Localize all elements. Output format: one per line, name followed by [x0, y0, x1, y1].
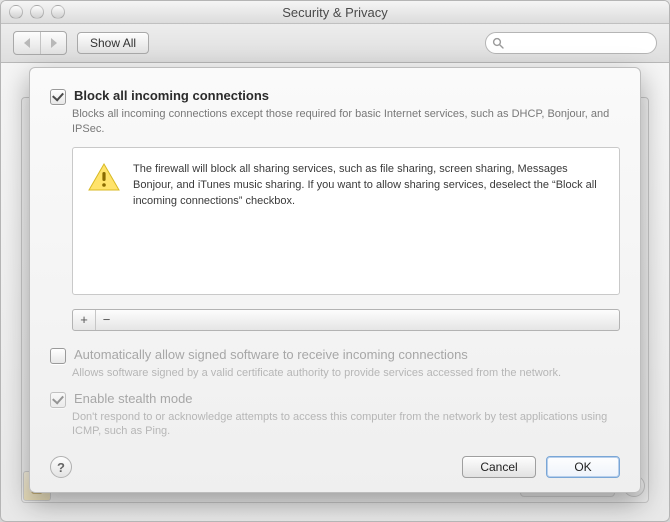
auto-allow-row: Automatically allow signed software to r…	[50, 347, 620, 364]
stealth-checkbox	[50, 392, 66, 408]
auto-allow-checkbox	[50, 348, 66, 364]
block-all-desc: Blocks all incoming connections except t…	[72, 107, 620, 137]
zoom-window-icon[interactable]	[51, 5, 65, 19]
ok-button[interactable]: OK	[546, 456, 620, 478]
auto-allow-label: Automatically allow signed software to r…	[74, 347, 468, 362]
triangle-left-icon	[23, 38, 32, 48]
remove-button[interactable]: −	[95, 310, 117, 330]
search-field[interactable]	[485, 32, 657, 54]
stealth-row: Enable stealth mode	[50, 391, 620, 408]
firewall-options-sheet: Block all incoming connections Blocks al…	[29, 67, 641, 493]
nav-segmented	[13, 31, 67, 55]
triangle-right-icon	[49, 38, 58, 48]
forward-button[interactable]	[40, 32, 66, 54]
prefs-window: Security & Privacy Show All Advanced… ?	[0, 0, 670, 522]
minimize-window-icon[interactable]	[30, 5, 44, 19]
titlebar: Security & Privacy	[1, 1, 669, 24]
stealth-desc: Don't respond to or acknowledge attempts…	[72, 410, 620, 440]
cancel-button[interactable]: Cancel	[462, 456, 536, 478]
search-input[interactable]	[508, 36, 654, 50]
back-button[interactable]	[14, 32, 40, 54]
help-button[interactable]: ?	[50, 456, 72, 478]
block-all-row: Block all incoming connections	[50, 88, 620, 105]
stealth-label: Enable stealth mode	[74, 391, 193, 406]
sheet-footer: ? Cancel OK	[50, 448, 620, 478]
warning-text: The firewall will block all sharing serv…	[133, 162, 603, 210]
warning-box: The firewall will block all sharing serv…	[72, 147, 620, 295]
search-icon	[492, 37, 504, 49]
close-window-icon[interactable]	[9, 5, 23, 19]
window-title: Security & Privacy	[1, 5, 669, 20]
warning-icon	[87, 162, 121, 192]
add-remove-control: + −	[72, 309, 620, 331]
block-all-checkbox[interactable]	[50, 89, 66, 105]
auto-allow-desc: Allows software signed by a valid certif…	[72, 366, 620, 381]
traffic-lights	[9, 5, 65, 19]
add-button[interactable]: +	[73, 310, 95, 330]
toolbar: Show All	[1, 24, 669, 63]
block-all-label: Block all incoming connections	[74, 88, 269, 103]
show-all-button[interactable]: Show All	[77, 32, 149, 54]
